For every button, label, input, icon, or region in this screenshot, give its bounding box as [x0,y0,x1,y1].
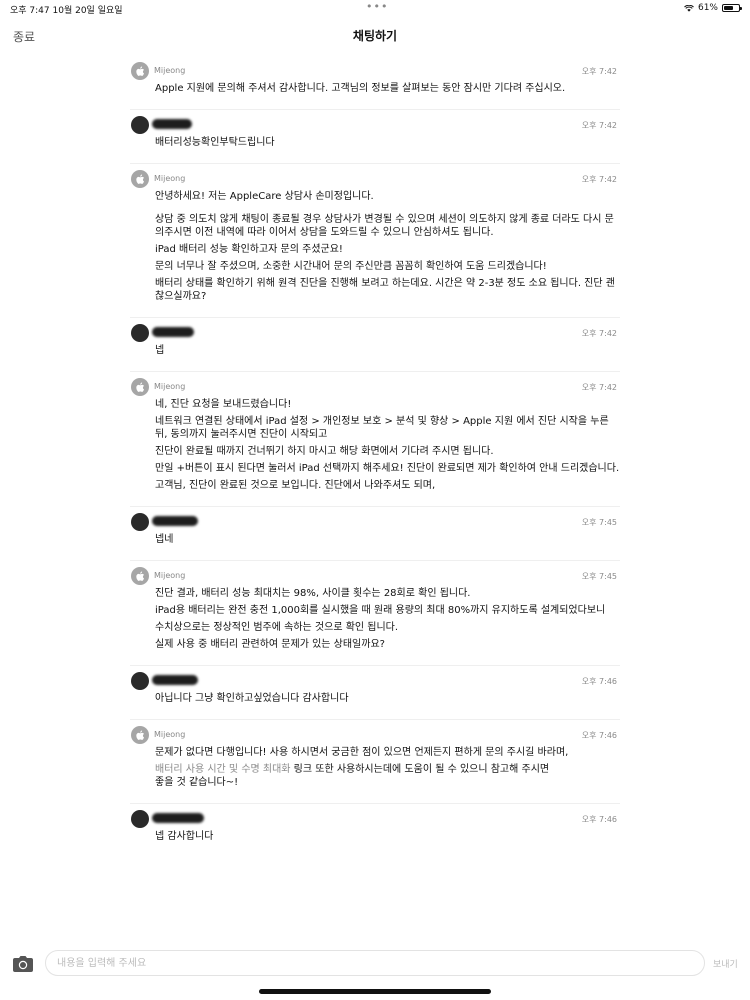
message-text: 네트워크 연결된 상태에서 iPad 설정 > 개인정보 보호 > 분석 및 향… [155,416,609,440]
user-avatar [131,116,149,134]
nav-bar: 종료 채팅하기 [0,18,750,54]
message-time: 오후 7:45 [581,518,617,527]
page-title: 채팅하기 [352,29,398,43]
message-text: 문의 너무나 잘 주셨으며, 소중한 시간내어 문의 주신만큼 꼼꼼히 확인하여… [155,261,547,272]
message-text: Apple 지원에 문의해 주셔서 감사합니다. 고객님의 정보를 살펴보는 동… [155,83,566,94]
message-text-suffix: 링크 또한 사용하시는데에 도움이 될 수 있으니 참고해 주시면 [290,764,550,775]
send-button[interactable]: 보내기 [713,957,738,970]
message-text: 배터리성능확인부탁드립니다 [155,137,275,148]
camera-icon[interactable] [12,955,34,973]
message-text: 수치상으로는 정상적인 범주에 속하는 것으로 확인 됩니다. [155,622,399,633]
redacted-name [152,516,198,526]
message-agent: Mijeong 오후 7:42 안녕하세요! 저는 AppleCare 상담사 … [130,164,620,318]
message-time: 오후 7:42 [581,121,617,130]
message-text: 실제 사용 중 배터리 관련하여 문제가 있는 상태일까요? [155,639,385,650]
message-time: 오후 7:42 [581,175,617,184]
battery-icon [722,4,742,12]
redacted-name [152,675,198,685]
message-input[interactable] [46,951,704,976]
message-text: 고객님, 진단이 완료된 것으로 보입니다. 진단에서 나와주셔도 되며, [155,480,436,491]
message-body: 문제가 없다면 다행입니다! 사용 하시면서 궁금한 점이 있으면 언제든지 편… [130,746,620,803]
user-avatar [131,513,149,531]
message-agent: Mijeong 오후 7:42 Apple 지원에 문의해 주셔서 감사합니다.… [130,56,620,110]
sender-name: Mijeong [154,730,186,739]
message-text: 넵 감사합니다 [155,831,214,842]
message-agent: Mijeong 오후 7:42 네, 진단 요청을 보내드렸습니다! 네트워크 … [130,372,620,507]
message-text: 넵네 [155,534,174,545]
message-text: 배터리 상태를 확인하기 위해 원격 진단을 진행해 보려고 하는데요. 시간은… [155,278,615,302]
status-bar: 오후 7:47 10월 20일 일요일 ••• 61% [0,0,750,18]
message-user: 오후 7:42 배터리성능확인부탁드립니다 [130,110,620,164]
battery-level-fill [724,6,733,10]
user-avatar [131,672,149,690]
message-text: 상담 중 의도치 않게 채팅이 종료될 경우 상담사가 변경될 수 있으며 세션… [155,214,614,238]
message-text: 아닙니다 그냥 확인하고싶었습니다 감사합니다 [155,693,349,704]
message-text: 안녕하세요! 저는 AppleCare 상담사 손미정입니다. [155,191,374,202]
message-text: iPad용 배터리는 완전 충전 1,000회를 실시했을 때 원래 용량의 최… [155,605,606,616]
redacted-name [152,327,194,337]
sender-name: Mijeong [154,382,186,391]
message-time: 오후 7:46 [581,731,617,740]
user-avatar [131,810,149,828]
message-time: 오후 7:46 [581,815,617,824]
status-indicators: 61% [684,3,742,13]
sender-name: Mijeong [154,571,186,580]
apple-logo-icon [131,567,149,585]
message-time: 오후 7:45 [581,572,617,581]
message-text: 배터리 사용 시간 및 수명 최대화 링크 또한 사용하시는데에 도움이 될 수… [155,763,620,776]
message-body: 넵 [130,344,620,371]
message-text: iPad 배터리 성능 확인하고자 문의 주셨군요! [155,244,343,255]
message-user: 오후 7:45 넵네 [130,507,620,561]
message-body: 배터리성능확인부탁드립니다 [130,136,620,163]
message-text: 네, 진단 요청을 보내드렸습니다! [155,399,292,410]
message-user: 오후 7:42 넵 [130,318,620,372]
user-avatar [131,324,149,342]
message-agent: Mijeong 오후 7:46 문제가 없다면 다행입니다! 사용 하시면서 궁… [130,720,620,804]
message-agent: Mijeong 오후 7:45 진단 결과, 배터리 성능 최대치는 98%, … [130,561,620,666]
redacted-name [152,813,204,823]
apple-logo-icon [131,378,149,396]
message-user: 오후 7:46 아닙니다 그냥 확인하고싶었습니다 감사합니다 [130,666,620,720]
message-time: 오후 7:42 [581,329,617,338]
message-body: 넵네 [130,533,620,560]
home-indicator[interactable] [259,989,491,994]
apple-logo-icon [131,62,149,80]
sender-name: Mijeong [154,66,186,75]
message-text: 만일 +버튼이 표시 된다면 눌러서 iPad 선택까지 해주세요! 진단이 완… [155,463,620,474]
message-text: 좋을 것 같습니다~! [155,777,239,788]
message-text: 넵 [155,345,165,356]
message-user: 오후 7:46 넵 감사합니다 [130,804,620,857]
message-body: 진단 결과, 배터리 성능 최대치는 98%, 사이클 횟수는 28회로 확인 … [130,587,620,665]
wifi-icon [684,4,694,12]
redacted-name [152,119,192,129]
message-time: 오후 7:42 [581,383,617,392]
multitasking-dots-icon[interactable]: ••• [366,0,388,13]
message-text: 진단이 완료될 때까지 건너뛰기 하지 마시고 해당 화면에서 기다려 주시면 … [155,446,494,457]
apple-logo-icon [131,726,149,744]
message-body: Apple 지원에 문의해 주셔서 감사합니다. 고객님의 정보를 살펴보는 동… [130,82,620,109]
message-text: 문제가 없다면 다행입니다! 사용 하시면서 궁금한 점이 있으면 언제든지 편… [155,747,569,758]
message-time: 오후 7:42 [581,67,617,76]
chat-transcript[interactable]: Mijeong 오후 7:42 Apple 지원에 문의해 주셔서 감사합니다.… [130,56,620,857]
apple-logo-icon [131,170,149,188]
message-input-wrapper [45,950,705,976]
message-time: 오후 7:46 [581,677,617,686]
battery-percent: 61% [697,3,718,13]
sender-name: Mijeong [154,174,186,183]
message-body: 아닙니다 그냥 확인하고싶었습니다 감사합니다 [130,692,620,719]
message-text: 진단 결과, 배터리 성능 최대치는 98%, 사이클 횟수는 28회로 확인 … [155,588,471,599]
message-body: 네, 진단 요청을 보내드렸습니다! 네트워크 연결된 상태에서 iPad 설정… [130,398,620,506]
message-composer: 보내기 [0,947,750,981]
message-body: 안녕하세요! 저는 AppleCare 상담사 손미정입니다. 상담 중 의도치… [130,190,620,317]
battery-guide-link[interactable]: 배터리 사용 시간 및 수명 최대화 [155,764,291,775]
message-body: 넵 감사합니다 [130,830,620,857]
status-time: 오후 7:47 10월 20일 일요일 [10,6,123,16]
